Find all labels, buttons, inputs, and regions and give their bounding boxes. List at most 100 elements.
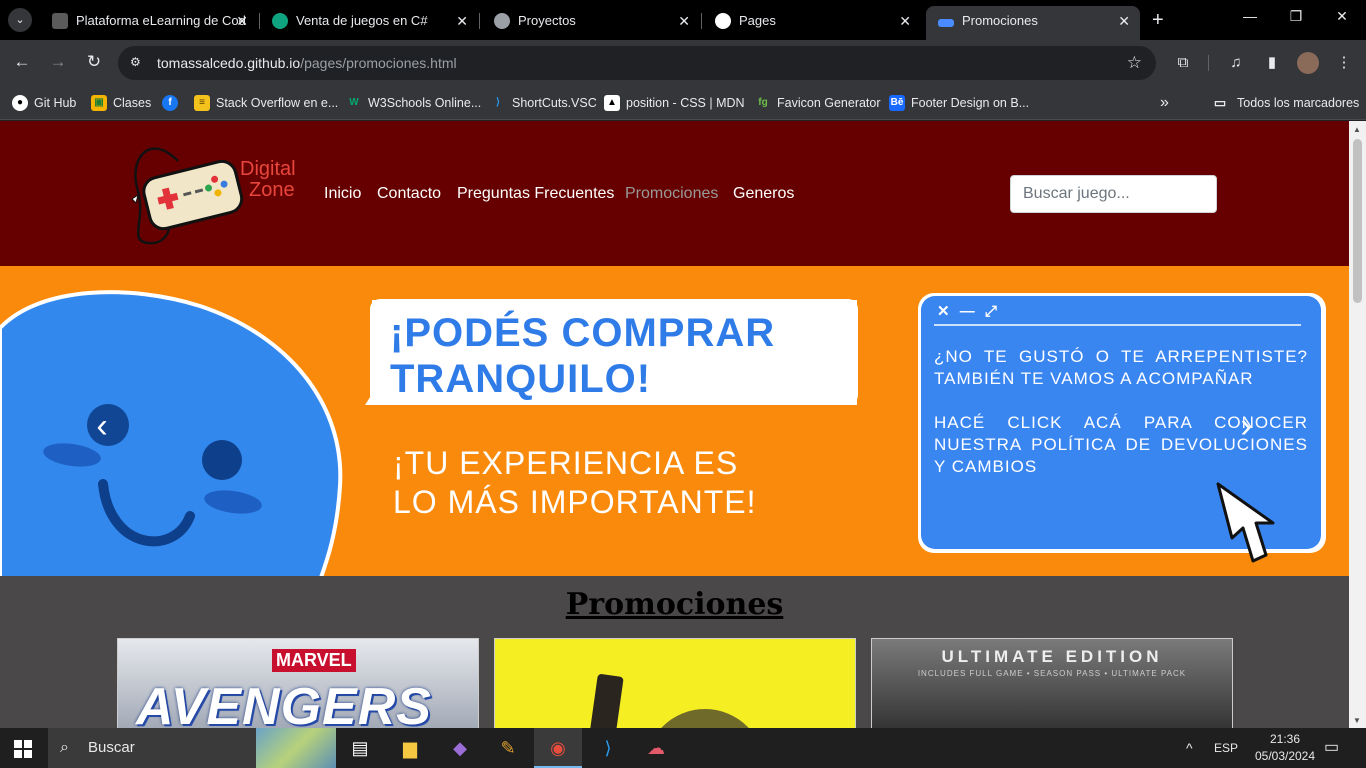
tray-overflow-icon[interactable]: ^ (1186, 728, 1193, 768)
url-host: tomassalcedo.github.io (157, 55, 301, 71)
bookmark-mdn[interactable]: ▲ position - CSS | MDN (604, 89, 745, 117)
banner-title: ¡PODÉS COMPRAR TRANQUILO! (390, 310, 775, 402)
scrollbar-thumb[interactable] (1353, 139, 1362, 303)
language-indicator[interactable]: ESP (1214, 728, 1238, 768)
mdn-icon: ▲ (604, 95, 620, 111)
bookmark-behance[interactable]: Bē Footer Design on B... (889, 89, 1029, 117)
github-icon: ● (12, 95, 28, 111)
chrome-icon[interactable]: ◉ (534, 728, 582, 768)
tab-divider (479, 13, 480, 29)
url-path: /pages/promociones.html (300, 55, 457, 71)
taskbar-search-label: Buscar (88, 739, 135, 756)
new-tab-icon[interactable]: + (1152, 9, 1164, 32)
chatgpt-favicon-icon (272, 13, 288, 29)
menu-kebab-icon[interactable]: ⋮ (1333, 52, 1355, 74)
tab-search-button[interactable]: ⌄ (8, 8, 32, 32)
toolbar-divider (1208, 55, 1209, 71)
bookmark-vscode[interactable]: ⟩ ShortCuts.VSC (490, 89, 597, 117)
address-bar[interactable]: ⚙ tomassalcedo.github.io/pages/promocion… (118, 46, 1156, 80)
taskbar-search[interactable]: ⌕ Buscar (48, 728, 256, 768)
scroll-up-icon[interactable]: ▲ (1353, 125, 1361, 134)
elearning-favicon-icon (52, 13, 68, 29)
bookmark-facebook[interactable]: f (162, 89, 178, 117)
windows-start-icon[interactable] (14, 740, 32, 758)
task-view-icon[interactable]: ▤ (336, 728, 384, 768)
bookmark-label: position - CSS | MDN (626, 96, 745, 110)
card-edition-label: ULTIMATE EDITION (941, 647, 1163, 666)
vscode-taskbar-icon[interactable]: ⟩ (584, 728, 632, 768)
app-tool-icon[interactable]: ✎ (484, 728, 532, 768)
url-text[interactable]: tomassalcedo.github.io/pages/promociones… (157, 46, 457, 80)
classroom-icon: ▣ (91, 95, 107, 111)
media-control-icon[interactable]: ♫ (1225, 52, 1247, 74)
bookmark-favicon-generator[interactable]: fg Favicon Generator (755, 89, 881, 117)
nav-preguntas-frecuentes[interactable]: Preguntas Frecuentes (457, 185, 614, 203)
tab-title: Proyectos (518, 13, 576, 28)
close-tab-icon[interactable]: ✕ (899, 6, 911, 36)
tab-venta-juegos[interactable]: Venta de juegos en C# ✕ (260, 6, 478, 36)
tab-pages[interactable]: Pages ✕ (703, 6, 921, 36)
nav-generos[interactable]: Generos (733, 185, 794, 203)
tab-proyectos[interactable]: Proyectos ✕ (482, 6, 700, 36)
close-tab-icon[interactable]: ✕ (456, 6, 468, 36)
promo-card-avengers[interactable]: MARVEL AVENGERS (117, 638, 479, 728)
bookmark-stackoverflow[interactable]: ≡ Stack Overflow en e... (194, 89, 338, 117)
vscode-icon: ⟩ (496, 97, 500, 108)
nav-contacto[interactable]: Contacto (377, 185, 441, 203)
back-icon[interactable]: ← (10, 52, 34, 72)
more-bookmarks-icon[interactable]: » (1160, 89, 1169, 117)
bookmark-clases[interactable]: ▣ Clases (91, 89, 151, 117)
banner-title-line-2: TRANQUILO! (390, 357, 652, 401)
close-tab-icon[interactable]: ✕ (678, 6, 690, 36)
tab-title: Plataforma eLearning de Cod (76, 13, 246, 28)
banner-subtitle-line-1: ¡TU EXPERIENCIA ES (393, 445, 739, 481)
restore-window-icon[interactable]: ❐ (1286, 8, 1306, 25)
globe-favicon-icon (494, 13, 510, 29)
bookmark-label: W3Schools Online... (368, 96, 482, 110)
notifications-icon[interactable]: ▭ (1324, 728, 1339, 768)
reload-icon[interactable]: ↻ (82, 52, 106, 72)
promotions-heading: Promociones (565, 587, 784, 622)
card-brand-label: MARVEL (272, 649, 356, 672)
banner-title-line-1: ¡PODÉS COMPRAR (390, 311, 776, 355)
file-explorer-icon[interactable]: ▆ (386, 728, 434, 768)
nav-inicio[interactable]: Inicio (324, 185, 361, 203)
nav-promociones[interactable]: Promociones (625, 185, 718, 203)
profile-avatar[interactable] (1297, 52, 1319, 74)
extensions-icon[interactable]: ⧉ (1172, 52, 1194, 74)
promo-card-yellow[interactable] (494, 638, 856, 728)
bookmark-star-icon[interactable]: ☆ (1127, 53, 1142, 73)
bookmark-github[interactable]: ● Git Hub (12, 89, 76, 117)
app-paint-icon[interactable]: ☁ (632, 728, 680, 768)
promo-card-ultimate[interactable]: ULTIMATE EDITION INCLUDES FULL GAME • SE… (871, 638, 1233, 728)
bookmark-label: Footer Design on B... (911, 96, 1030, 110)
bookmark-label: Favicon Generator (777, 96, 881, 110)
forward-icon[interactable]: → (46, 52, 70, 72)
close-window-icon[interactable]: ✕ (1332, 8, 1352, 25)
banner-subtitle: ¡TU EXPERIENCIA ES LO MÁS IMPORTANTE! (393, 444, 757, 522)
search-highlight-image[interactable] (256, 728, 336, 768)
page-scrollbar[interactable]: ▲ ▼ (1349, 121, 1366, 728)
system-clock[interactable]: 21:36 05/03/2024 (1250, 731, 1320, 765)
tab-title: Venta de juegos en C# (296, 13, 428, 28)
promo-banner[interactable]: ✕ — ⤢ ¡PODÉS COMPRAR TRANQUILO! ¡TU EXPE… (0, 266, 1349, 576)
side-panel-icon[interactable]: ▮ (1261, 52, 1283, 74)
close-tab-icon[interactable]: ✕ (1118, 6, 1130, 36)
close-tab-icon[interactable]: ✕ (236, 6, 248, 36)
card-image (588, 673, 624, 728)
all-bookmarks-folder[interactable]: ▭ Todos los marcadores (1212, 89, 1359, 117)
tab-promociones[interactable]: Promociones ✕ (926, 6, 1140, 40)
carousel-next-icon[interactable]: › (1226, 406, 1266, 446)
card-title: AVENGERS (136, 678, 432, 728)
tab-title: Pages (739, 13, 776, 28)
tab-elearning[interactable]: Plataforma eLearning de Cod ✕ (40, 6, 258, 36)
logo-line-1: Digital (240, 158, 296, 180)
bookmark-w3schools[interactable]: W W3Schools Online... (346, 89, 481, 117)
site-info-icon[interactable]: ⚙ (130, 55, 146, 71)
game-search-input[interactable] (1010, 175, 1217, 213)
minimize-window-icon[interactable]: — (1240, 8, 1260, 24)
visual-studio-icon[interactable]: ◆ (436, 728, 484, 768)
scroll-down-icon[interactable]: ▼ (1353, 716, 1361, 725)
logo-wordmark[interactable]: Digital Zone (240, 159, 296, 201)
carousel-prev-icon[interactable]: ‹ (82, 406, 122, 446)
